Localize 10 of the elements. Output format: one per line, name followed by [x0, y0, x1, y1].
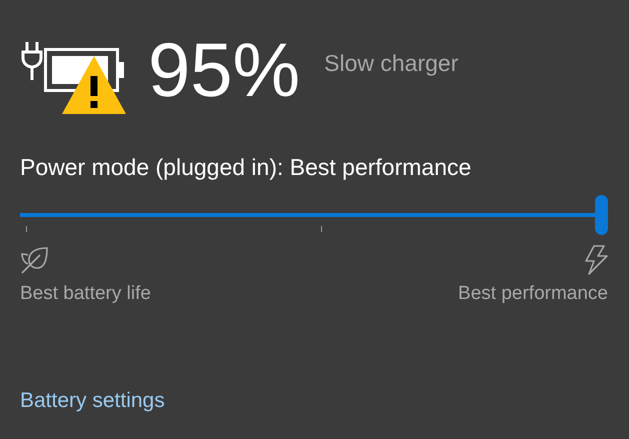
power-mode-slider[interactable] — [20, 195, 608, 235]
slider-thumb[interactable] — [595, 195, 608, 235]
lightning-icon — [584, 245, 608, 275]
battery-percentage: 95% — [148, 33, 300, 109]
slider-min-label: Best battery life — [20, 283, 151, 305]
power-mode-title: Power mode (plugged in): Best performance — [20, 154, 472, 181]
leaf-icon — [20, 245, 50, 275]
battery-settings-link[interactable]: Battery settings — [20, 389, 165, 413]
charger-status: Slow charger — [324, 50, 458, 77]
slider-max-label: Best performance — [458, 283, 608, 305]
